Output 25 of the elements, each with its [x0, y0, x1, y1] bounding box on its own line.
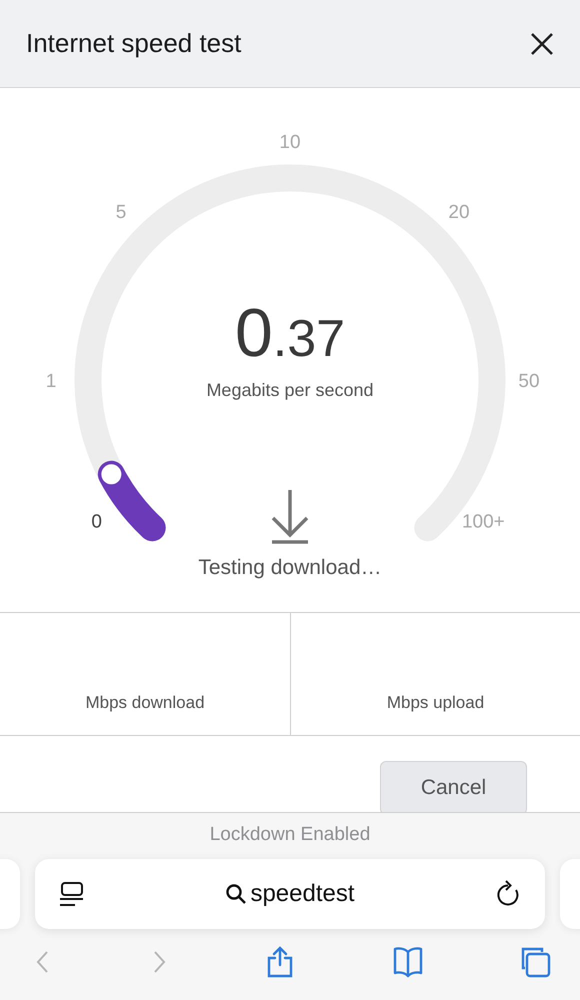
- tick-label: 5: [116, 202, 126, 223]
- bookmarks-button[interactable]: [392, 946, 422, 978]
- reload-icon[interactable]: [494, 880, 521, 908]
- lockdown-notice: Lockdown Enabled: [210, 824, 370, 845]
- search-icon: [225, 883, 248, 905]
- unit-label: Megabits per second: [206, 380, 374, 400]
- tick-label: 1: [46, 371, 56, 392]
- tick-label: 20: [448, 202, 470, 223]
- close-button[interactable]: [530, 32, 554, 56]
- tabs-button[interactable]: [520, 946, 552, 978]
- cancel-button[interactable]: Cancel: [380, 761, 527, 815]
- stat-label: Mbps upload: [386, 693, 484, 713]
- speed-value: 0.37: [234, 295, 346, 371]
- tick-label: 50: [518, 371, 540, 392]
- address-text: speedtest: [250, 880, 355, 908]
- tick-label: 0: [91, 511, 102, 532]
- stat-label: Mbps download: [85, 693, 205, 713]
- share-button[interactable]: [265, 946, 295, 978]
- address-bar[interactable]: speedtest: [35, 859, 545, 929]
- download-icon: [271, 488, 309, 544]
- dialog-title: Internet speed test: [26, 28, 242, 59]
- tick-label: 100+: [462, 511, 505, 532]
- tick-label: 10: [279, 132, 301, 153]
- reader-icon[interactable]: [59, 881, 85, 907]
- status-text: Testing download…: [198, 556, 382, 579]
